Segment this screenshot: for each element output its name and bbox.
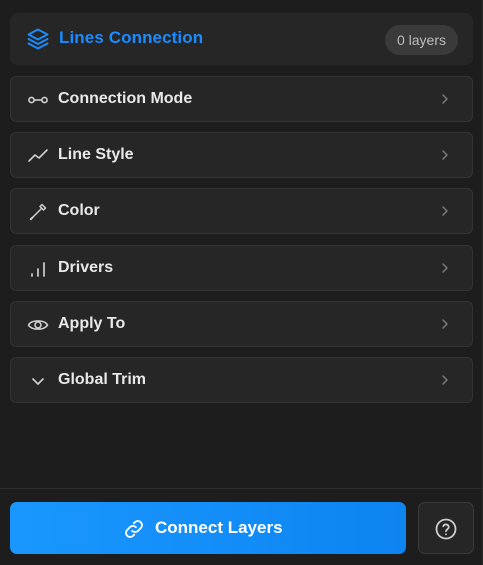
section-global-trim[interactable]: Global Trim	[10, 357, 473, 403]
connection-nodes-icon	[28, 96, 48, 104]
layers-count-badge: 0 layers	[384, 25, 458, 55]
footer-divider	[0, 488, 483, 489]
section-label: Connection Mode	[58, 90, 193, 107]
chevron-right-icon	[442, 319, 448, 329]
section-label: Line Style	[58, 146, 134, 163]
help-button[interactable]	[418, 502, 474, 554]
chevron-right-icon	[442, 150, 448, 160]
section-label: Global Trim	[58, 371, 147, 388]
eye-icon	[27, 320, 49, 330]
section-color[interactable]: Color	[10, 188, 473, 234]
bar-signal-icon	[31, 262, 45, 277]
section-line-style[interactable]: Line Style	[10, 132, 473, 178]
help-circle-icon	[435, 518, 457, 540]
panel-header: Lines Connection 0 layers	[10, 13, 473, 65]
panel-title: Lines Connection	[59, 28, 204, 47]
lines-connection-panel: Lines Connection 0 layers Connection Mod…	[0, 0, 483, 565]
layers-icon	[27, 28, 49, 50]
section-apply-to[interactable]: Apply To	[10, 301, 473, 347]
chevron-right-icon	[442, 94, 448, 104]
section-drivers[interactable]: Drivers	[10, 245, 473, 291]
eyedropper-icon	[29, 203, 47, 221]
section-label: Drivers	[58, 259, 114, 276]
chevron-right-icon	[442, 263, 448, 273]
section-connection-mode[interactable]: Connection Mode	[10, 76, 473, 122]
section-label: Apply To	[58, 315, 126, 332]
chevron-down-icon	[32, 378, 44, 385]
trend-line-icon	[28, 149, 48, 162]
link-icon	[125, 520, 143, 538]
section-label: Color	[58, 202, 100, 219]
chevron-right-icon	[442, 375, 448, 385]
connect-layers-button[interactable]: Connect Layers	[10, 502, 406, 554]
connect-layers-label: Connect Layers	[155, 518, 283, 537]
chevron-right-icon	[442, 206, 448, 216]
